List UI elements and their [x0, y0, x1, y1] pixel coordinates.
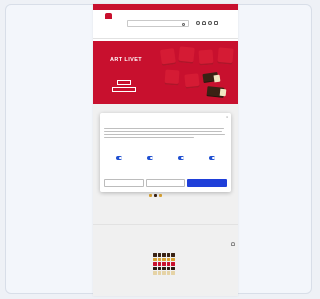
- product-row: [153, 266, 178, 271]
- chocolate-piece: [157, 257, 162, 262]
- hero-banner[interactable]: ART LIVET: [93, 41, 238, 104]
- allow-selection-button[interactable]: [145, 179, 186, 187]
- chocolate-piece: [162, 262, 166, 266]
- hero-chocolate-image: [178, 46, 195, 64]
- product-row: [153, 271, 178, 275]
- hero-chocolate-image: [164, 69, 180, 86]
- chocolate-piece: [162, 253, 166, 257]
- chocolate-piece: [153, 253, 157, 257]
- deny-button[interactable]: [104, 179, 144, 187]
- hero-chocolate-image: [217, 47, 234, 65]
- hero-chocolate-image: [198, 49, 214, 66]
- hero-chocolate-image: [219, 88, 227, 97]
- chocolate-piece: [171, 257, 175, 262]
- chocolate-piece: [166, 253, 171, 257]
- wishlist-icon[interactable]: [231, 242, 235, 246]
- cookie-dialog-text: [104, 137, 194, 139]
- main-nav: [93, 33, 238, 39]
- chocolate-piece: [171, 266, 175, 271]
- chocolate-piece: [153, 266, 157, 271]
- chocolate-piece: [171, 262, 175, 266]
- chocolate-piece: [153, 257, 157, 262]
- chocolate-thumb: [159, 194, 162, 197]
- hero-chocolate-image: [184, 73, 200, 89]
- chocolate-piece: [162, 257, 166, 262]
- crown-icon: [104, 13, 112, 19]
- chocolate-piece: [171, 271, 175, 275]
- hero-primary-button[interactable]: [117, 80, 131, 85]
- cookie-toggle[interactable]: [209, 156, 215, 160]
- chocolate-piece: [157, 262, 162, 266]
- chocolate-thumb: [154, 194, 157, 197]
- cookie-dialog-text: [104, 134, 225, 136]
- chocolate-piece: [157, 266, 162, 271]
- brand-logo[interactable]: [97, 13, 119, 29]
- hero-chocolate-image: [159, 48, 177, 66]
- chocolate-piece: [153, 271, 157, 275]
- search-input[interactable]: [127, 20, 189, 27]
- cookie-category: [199, 153, 225, 169]
- account-icon[interactable]: [208, 21, 212, 25]
- featured-product-image: [149, 194, 181, 201]
- product-row: [153, 253, 178, 257]
- chocolate-piece: [153, 262, 157, 266]
- location-icon[interactable]: [196, 21, 200, 25]
- chocolate-piece: [157, 253, 162, 257]
- close-icon[interactable]: ×: [226, 116, 228, 119]
- chocolate-piece: [166, 257, 171, 262]
- cookie-dialog-buttons: [104, 179, 228, 187]
- cookie-category: [137, 153, 163, 169]
- wishlist-icon[interactable]: [202, 21, 206, 25]
- cookie-categories: [106, 153, 225, 169]
- chocolate-piece: [162, 266, 166, 271]
- product-row: [153, 257, 178, 262]
- hero-secondary-button[interactable]: [112, 87, 136, 92]
- cookie-toggle[interactable]: [147, 156, 153, 160]
- hero-title: ART LIVET: [110, 57, 143, 63]
- product-image[interactable]: [153, 253, 178, 278]
- cookie-category: [168, 153, 194, 169]
- cookie-dialog-text: [104, 131, 222, 133]
- cart-icon[interactable]: [214, 21, 218, 25]
- chocolate-piece: [162, 271, 166, 275]
- cookie-toggle[interactable]: [116, 156, 122, 160]
- chocolate-piece: [166, 266, 171, 271]
- cookie-dialog-text: [104, 128, 224, 130]
- chocolate-piece: [157, 271, 162, 275]
- chocolate-piece: [166, 262, 171, 266]
- header-icons: [196, 21, 218, 25]
- allow-all-button[interactable]: [187, 179, 228, 187]
- cookie-toggle[interactable]: [178, 156, 184, 160]
- chocolate-piece: [171, 253, 175, 257]
- hero-chocolate-image: [213, 74, 221, 83]
- site-header: [93, 10, 238, 32]
- divider: [93, 224, 238, 225]
- cookie-consent-dialog: ×: [100, 113, 231, 192]
- search-icon[interactable]: [182, 22, 185, 26]
- chocolate-thumb: [149, 194, 152, 197]
- product-row: [153, 262, 178, 266]
- chocolate-piece: [166, 271, 171, 275]
- cookie-category: [106, 153, 132, 169]
